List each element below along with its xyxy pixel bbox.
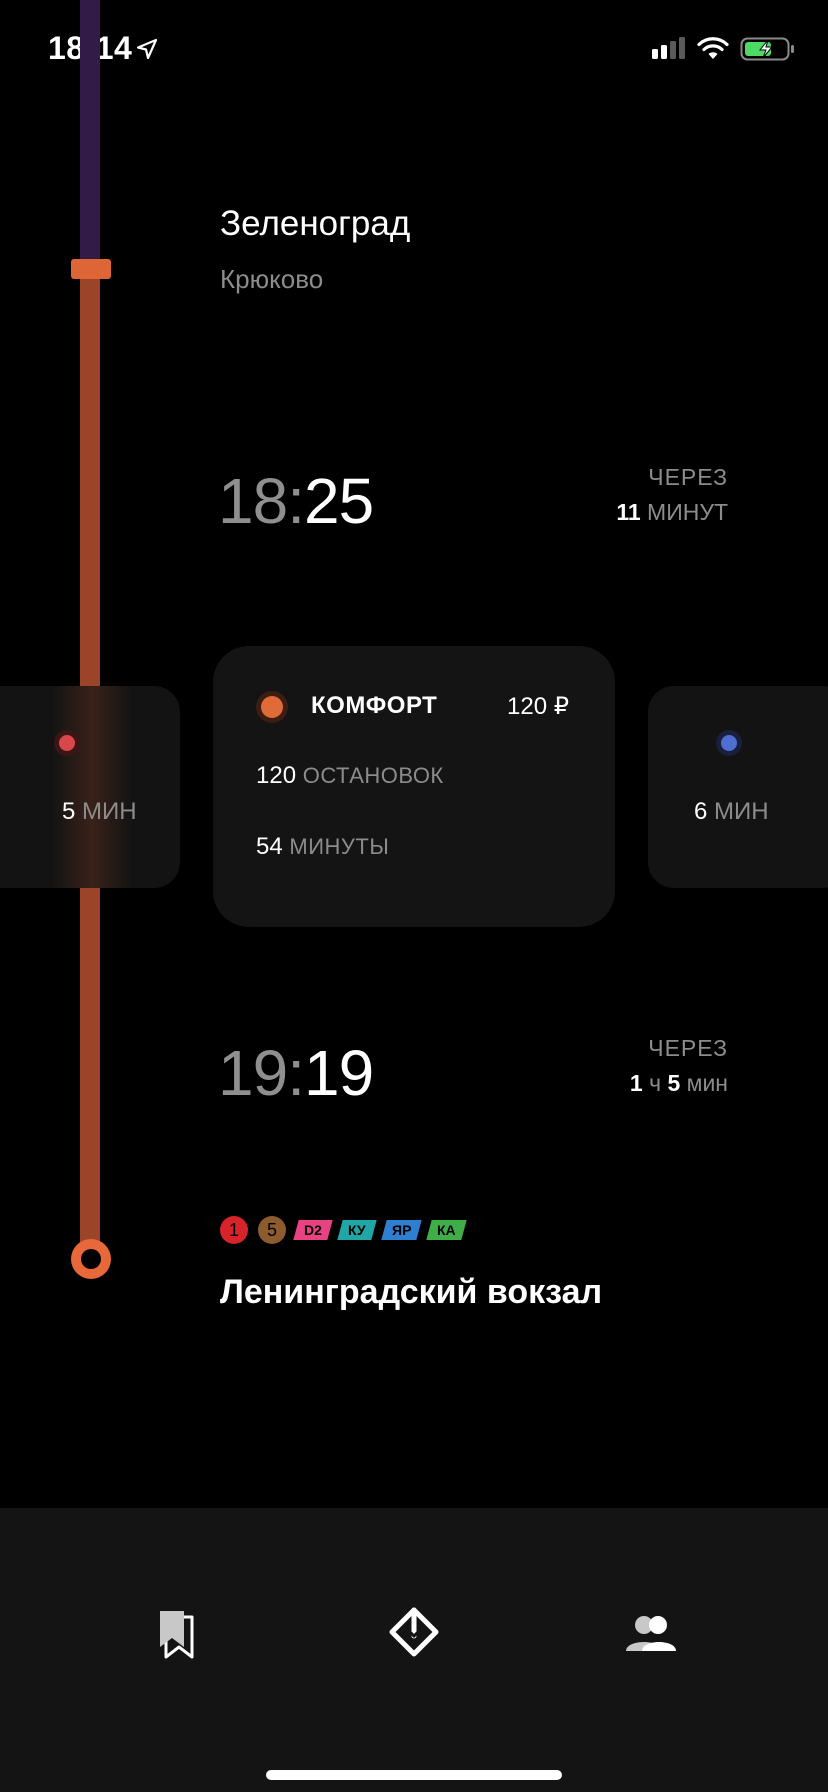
signal-icon [652, 37, 685, 59]
tab-people[interactable] [620, 1604, 680, 1664]
countdown-label: ЧЕРЕЗ [648, 464, 728, 490]
tariff-card-business[interactable]: 6 МИН [648, 686, 828, 888]
people-icon [626, 1616, 676, 1651]
tab-bar [0, 1508, 828, 1792]
tariff-duration: 5 МИН [62, 798, 137, 825]
destination-marker [71, 1239, 111, 1279]
arrival-countdown: ЧЕРЕЗ 1 ч 5 мин [629, 1035, 728, 1096]
arrival-hours: 19: [218, 1037, 305, 1109]
departure-hours: 18: [218, 465, 305, 537]
stops-count: 120 ОСТАНОВОК [256, 762, 444, 789]
origin-subtitle: Крюково [220, 264, 324, 294]
line-badge: КУ [337, 1220, 377, 1240]
bookmarks-icon [160, 1611, 194, 1659]
countdown-value: 11 [616, 499, 641, 525]
location-arrow-icon [136, 38, 158, 60]
home-indicator[interactable] [266, 1770, 562, 1780]
tariff-color-dot [256, 691, 288, 723]
destination-title[interactable]: Ленинградский вокзал [220, 1268, 620, 1316]
trip-duration: 54 МИНУТЫ [256, 833, 390, 860]
departure-time: 18:25 [218, 464, 374, 538]
departure-minutes: 25 [303, 465, 374, 537]
wifi-icon [697, 37, 729, 59]
origin-marker [71, 259, 111, 279]
arrival-minutes: 19 [303, 1037, 374, 1109]
line-badge: КА [426, 1220, 467, 1240]
departure-countdown: ЧЕРЕЗ 11 МИНУТ [616, 464, 728, 526]
line-badge: 5 [258, 1216, 286, 1244]
tariff-color-dot [54, 730, 80, 756]
countdown-unit: МИНУТ [647, 499, 728, 525]
route-line-past [80, 0, 100, 268]
transfer-badges: 1 5 D2 КУ ЯР КА [220, 1216, 467, 1244]
battery-charging-icon [740, 37, 794, 61]
route-directions-icon [389, 1607, 439, 1657]
tariff-card-standard[interactable]: 5 МИН [0, 686, 180, 888]
line-badge: D2 [293, 1220, 333, 1240]
tariff-price: 120 ₽ [507, 693, 569, 720]
arrival-time: 19:19 [218, 1036, 374, 1110]
tariff-name: КОМФОРТ [311, 692, 438, 719]
tab-bookmarks[interactable] [146, 1604, 206, 1664]
tab-route[interactable] [384, 1604, 444, 1664]
tariff-color-dot [716, 730, 742, 756]
countdown-label: ЧЕРЕЗ [648, 1035, 728, 1061]
line-badge: ЯР [380, 1220, 422, 1240]
line-badge: 1 [220, 1216, 248, 1244]
tariff-duration: 6 МИН [694, 798, 769, 825]
tariff-card-comfort[interactable]: КОМФОРТ 120 ₽ 120 ОСТАНОВОК 54 МИНУТЫ [213, 646, 615, 927]
origin-title[interactable]: Зеленоград [220, 204, 410, 244]
